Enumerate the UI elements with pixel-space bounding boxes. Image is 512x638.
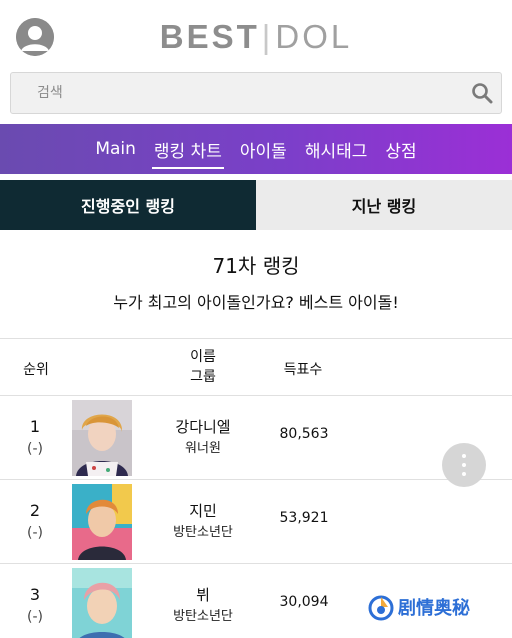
app-header: BEST|DOL: [0, 0, 512, 72]
header-score: 득표수: [283, 362, 323, 378]
round-title: 71차 랭킹: [212, 254, 300, 278]
rank-number: 2: [29, 501, 41, 520]
app-logo[interactable]: BEST|DOL: [0, 18, 512, 56]
rank-cell: 2 (-): [22, 500, 48, 544]
idol-name-cell: 뷔 방탄소년단: [160, 584, 246, 628]
ranking-tabs: 진행중인 랭킹 지난 랭킹: [0, 180, 512, 230]
watermark-logo-icon: [368, 595, 394, 621]
header-name-group: 이름 그룹: [178, 347, 228, 387]
header-name: 이름: [190, 349, 216, 365]
logo-separator: |: [261, 18, 274, 55]
idol-photo[interactable]: [72, 484, 132, 560]
idol-name: 뷔: [196, 586, 210, 604]
idol-group: 워너원: [185, 441, 221, 456]
table-row[interactable]: 2 (-) 지민 방탄소년단 53,921: [0, 480, 512, 564]
idol-name-cell: 강다니엘 워너원: [160, 416, 246, 460]
more-dot-icon: [462, 463, 466, 467]
more-dot-icon: [462, 454, 466, 458]
vote-count: 53,921: [279, 510, 329, 526]
search-icon[interactable]: [471, 82, 493, 104]
vote-count: 30,094: [279, 594, 329, 610]
nav-ranking-chart[interactable]: 랭킹 차트: [151, 137, 224, 169]
idol-name: 강다니엘: [175, 418, 231, 436]
tab-current-ranking[interactable]: 진행중인 랭킹: [0, 180, 256, 230]
main-nav: Main 랭킹 차트 아이돌 해시태그 상점: [0, 124, 512, 174]
rank-number: 3: [29, 585, 41, 604]
table-row[interactable]: 1 (-) 강다니엘 워너원 80,563: [0, 396, 512, 480]
rank-change: (-): [27, 525, 43, 541]
more-options-button[interactable]: [442, 443, 486, 487]
idol-group: 방탄소년단: [173, 609, 233, 624]
watermark: 剧情奥秘: [368, 590, 512, 624]
vote-count: 80,563: [279, 426, 329, 442]
rank-cell: 3 (-): [22, 584, 48, 628]
rank-number: 1: [29, 417, 41, 436]
logo-best-text: BEST: [159, 18, 260, 55]
idol-name: 지민: [189, 502, 217, 520]
watermark-text: 剧情奥秘: [398, 598, 470, 619]
nav-store[interactable]: 상점: [385, 137, 416, 162]
ranking-table-header: 순위 이름 그룹 득표수: [0, 338, 512, 396]
rank-change: (-): [27, 441, 43, 457]
search-bar: [10, 72, 502, 114]
header-rank: 순위: [23, 362, 49, 378]
idol-photo[interactable]: [72, 568, 132, 638]
search-input[interactable]: [11, 73, 451, 113]
logo-idol-text: DOL: [275, 18, 353, 55]
more-dot-icon: [462, 472, 466, 476]
header-group: 그룹: [190, 369, 216, 385]
nav-hashtag[interactable]: 해시태그: [305, 137, 368, 162]
idol-name-cell: 지민 방탄소년단: [160, 500, 246, 544]
nav-main[interactable]: Main: [95, 139, 136, 159]
idol-photo[interactable]: [72, 400, 132, 476]
tab-past-ranking[interactable]: 지난 랭킹: [256, 180, 512, 230]
nav-idol[interactable]: 아이돌: [240, 137, 287, 162]
idol-group: 방탄소년단: [173, 525, 233, 540]
round-subtitle: 누가 최고의 아이돌인가요? 베스트 아이돌!: [113, 293, 399, 312]
rank-cell: 1 (-): [22, 416, 48, 460]
rank-change: (-): [27, 609, 43, 625]
